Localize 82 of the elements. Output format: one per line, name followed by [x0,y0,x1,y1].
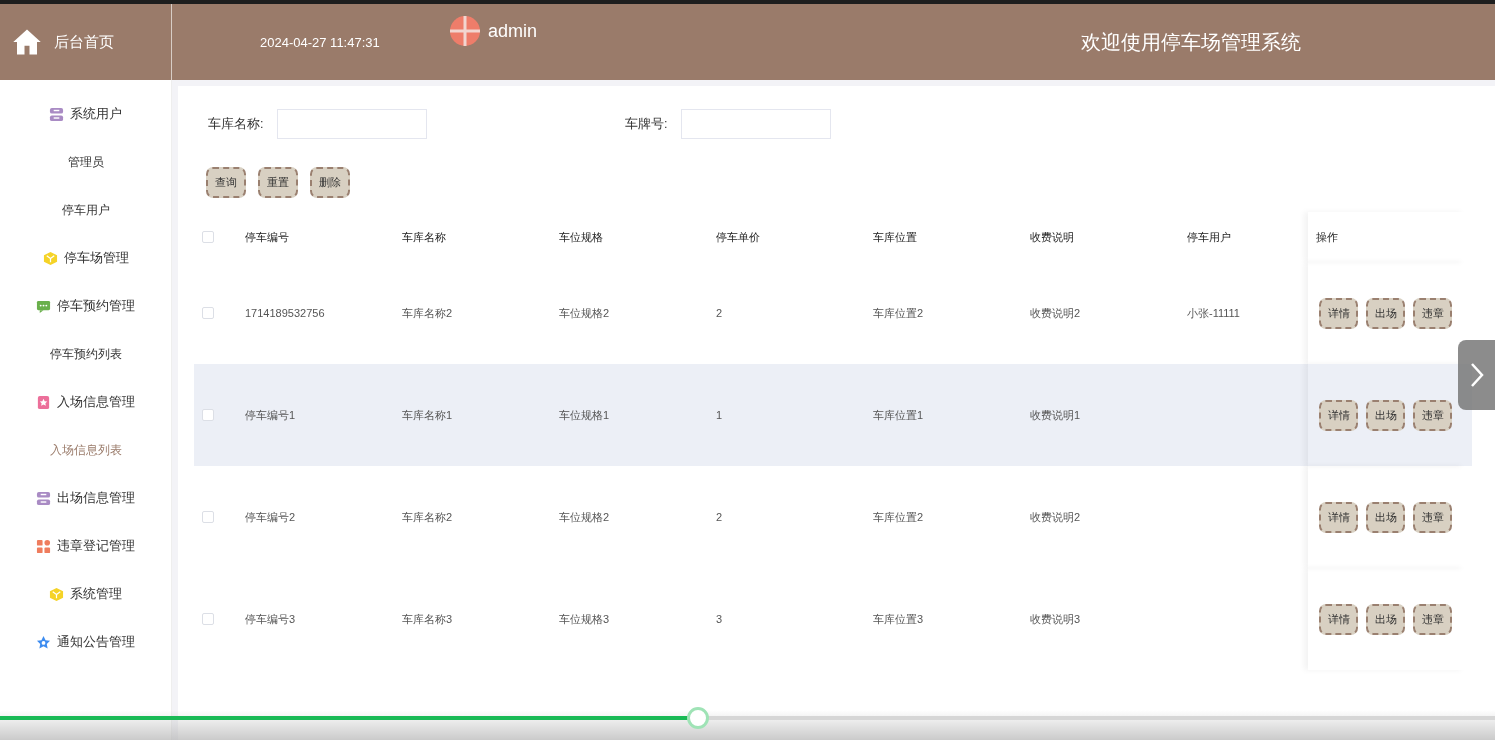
row-action-button[interactable]: 详情 [1319,501,1358,533]
search-field[interactable] [681,109,832,139]
column-header: 操作 [1316,229,1338,245]
sidebar-menu-item[interactable]: 出场信息管理 [0,474,171,522]
row-action-button[interactable]: 违章 [1413,501,1452,533]
system-title: 欢迎使用停车场管理系统 [1081,29,1301,55]
video-progress-bar[interactable] [0,716,1495,720]
row-action-button[interactable]: 详情 [1319,603,1358,635]
sidebar-menu-item[interactable]: 通知公告管理 [0,618,171,666]
chevron-right-icon [1468,361,1485,389]
action-button[interactable]: 查询 [206,166,246,198]
home-link[interactable]: 后台首页 [54,32,114,52]
table-cell: 2 [716,307,723,319]
table-cell: 停车编号1 [245,408,296,421]
table-cell: 车位规格2 [559,306,610,319]
row-action-button[interactable]: 详情 [1319,297,1358,329]
action-button[interactable]: 重置 [258,166,298,198]
row-action-button[interactable]: 出场 [1366,603,1405,635]
sidebar-menu-item[interactable]: 停车预约管理 [0,282,171,330]
column-header: 收费说明 [1030,230,1074,243]
table-cell: 车位规格1 [559,408,610,421]
select-all-checkbox[interactable] [202,231,214,243]
row-action-button[interactable]: 出场 [1366,297,1405,329]
sidebar-menu-item[interactable]: 系统管理 [0,570,171,618]
next-page-button[interactable] [1458,340,1495,410]
field-label: 车牌号: [625,115,668,133]
avatar-icon[interactable] [450,16,480,46]
action-button[interactable]: 删除 [310,166,350,198]
sidebar-menu-item[interactable]: 停车场管理 [0,234,171,282]
table-cell: 车库位置2 [873,510,924,523]
table-cell: 1 [716,409,723,421]
column-header: 停车用户 [1187,230,1231,243]
row-checkbox[interactable] [202,511,214,523]
table-cell: 车库位置2 [873,306,924,319]
row-action-button[interactable]: 违章 [1413,399,1452,431]
column-header: 停车单价 [716,230,760,243]
table-cell: 车库名称3 [402,612,453,625]
column-header: 车位规格 [559,230,603,243]
row-checkbox[interactable] [202,613,214,625]
table-row[interactable]: 停车编号1 车库名称1 车位规格1 1 车库位置1 收费说明1 详情 出场 违章 [194,364,1472,466]
table-cell: 车库位置1 [873,408,924,421]
row-action-button[interactable]: 违章 [1413,297,1452,329]
table-cell: 车库名称2 [402,306,453,319]
row-action-button[interactable]: 详情 [1319,399,1358,431]
table-cell: 车库名称1 [402,408,453,421]
row-checkbox[interactable] [202,409,214,421]
table-row[interactable]: 停车编号2 车库名称2 车位规格2 2 车库位置2 收费说明2 详情 出场 违章 [194,466,1472,568]
table-cell: 停车编号2 [245,510,296,523]
table-cell: 收费说明3 [1030,612,1081,625]
field-label: 车库名称: [208,115,264,133]
row-action-button[interactable]: 违章 [1413,603,1452,635]
column-header: 车库名称 [402,230,446,243]
column-header: 车库位置 [873,230,917,243]
sidebar-submenu-item[interactable]: 入场信息列表 [0,426,171,474]
table-cell: 小张-11111 [1187,306,1240,319]
row-action-button[interactable]: 出场 [1366,399,1405,431]
sidebar-menu-item[interactable]: 系统用户 [0,90,171,138]
table-cell: 2 [716,511,723,523]
table-cell: 收费说明2 [1030,306,1081,319]
row-checkbox[interactable] [202,307,214,319]
table-cell: 车位规格3 [559,612,610,625]
table-cell: 3 [716,613,723,625]
table-cell: 车位规格2 [559,510,610,523]
table-cell: 停车编号3 [245,612,296,625]
table-cell: 收费说明1 [1030,408,1081,421]
table-row[interactable]: 1714189532756 车库名称2 车位规格2 2 车库位置2 收费说明2 小张-11111 详情 出场 违章 [194,262,1472,364]
search-field[interactable] [277,109,428,139]
home-icon[interactable] [12,27,42,57]
sidebar-menu-item[interactable]: 违章登记管理 [0,522,171,570]
sidebar-submenu-item[interactable]: 停车预约列表 [0,330,171,378]
sidebar-submenu-item[interactable]: 管理员 [0,138,171,186]
table-cell: 车库名称2 [402,510,453,523]
table-cell: 收费说明2 [1030,510,1081,523]
table-cell: 车库位置3 [873,612,924,625]
row-action-button[interactable]: 出场 [1366,501,1405,533]
datetime-text: 2024-04-27 11:47:31 [260,34,381,50]
username-text[interactable]: admin [488,20,538,42]
sidebar-menu-item[interactable]: 入场信息管理 [0,378,171,426]
table-row[interactable]: 停车编号3 车库名称3 车位规格3 3 车库位置3 收费说明3 详情 出场 违章 [194,568,1472,670]
table-cell: 1714189532756 [245,307,325,319]
sidebar-submenu-item[interactable]: 停车用户 [0,186,171,234]
column-header: 停车编号 [245,230,289,243]
